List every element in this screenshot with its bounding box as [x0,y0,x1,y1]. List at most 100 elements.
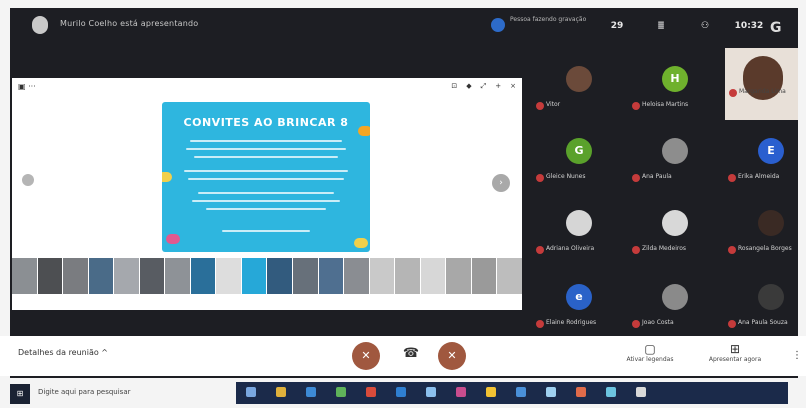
slide-thumbnail[interactable] [241,258,267,294]
slide-thumbnail[interactable] [446,258,471,294]
activities-icon[interactable]: ⚇ [688,16,722,36]
slide-text-line [192,200,340,202]
fullscreen-icon[interactable]: ⤢ [481,82,487,91]
slide-thumbnail[interactable] [165,258,190,294]
taskbar-app-icon[interactable] [246,387,256,397]
taskbar-app-icon[interactable] [546,387,556,397]
mic-muted-icon [728,174,736,182]
pin-icon[interactable]: ◆ [466,82,471,91]
mic-muted-icon [632,102,640,110]
taskbar-app-icon[interactable] [456,387,466,397]
participant-tile[interactable]: Zilda Medeiros [628,206,724,272]
slide-thumbnail[interactable] [139,258,165,294]
taskbar-search[interactable]: Digite aqui para pesquisar [38,388,131,396]
hang-up-button[interactable]: ☎ [402,346,420,361]
taskbar-app-icon[interactable] [276,387,286,397]
mic-muted-icon [632,246,640,254]
slide-thumbnail[interactable] [12,258,37,294]
meeting-details-button[interactable]: Detalhes da reunião ^ [18,348,108,357]
chat-icon[interactable]: ≣ [644,16,678,36]
captions-button[interactable]: ▢ Ativar legendas [615,342,685,363]
slide-text-line [206,208,326,210]
participant-tile[interactable]: Adriana Oliveira [532,206,628,272]
present-icon: ⊞ [729,342,741,356]
participant-avatar [566,210,592,236]
slide-text-line [190,140,342,142]
close-icon[interactable]: × [510,82,516,91]
slide-decoration [166,234,180,244]
mic-muted-icon [536,320,544,328]
taskbar-app-icon[interactable] [366,387,376,397]
presentation-slide: CONVITES AO BRINCAR 8 [162,102,370,252]
participant-name: Adriana Oliveira [546,245,595,252]
meet-window: Murilo Coelho está apresentando Pessoa f… [10,8,798,378]
slide-thumbnail[interactable] [267,258,293,294]
mic-muted-icon [536,174,544,182]
mic-muted-icon [729,89,737,97]
taskbar-app-icon[interactable] [576,387,586,397]
participant-tile[interactable]: Rosangela Borges [724,206,798,272]
slide-text-line [198,192,334,194]
more-options-button[interactable]: ⋮ [792,350,802,361]
slide-thumbnail[interactable] [63,258,88,294]
slide-thumbnail[interactable] [37,258,63,294]
slide-thumbnail[interactable] [318,258,344,294]
microphone-off-button[interactable]: ✕ [352,342,380,370]
presenter-screen-icon: ▣ ··· [18,82,36,91]
slide-thumbnail[interactable] [497,258,522,294]
taskbar-app-icon[interactable] [306,387,316,397]
slide-thumbnail[interactable] [190,258,216,294]
slide-thumbnail[interactable] [216,258,241,294]
participant-tile[interactable]: H Heloisa Martins [628,62,724,128]
slide-decoration [354,238,368,248]
mic-muted-icon [632,174,640,182]
thumbnail-strip [12,258,522,294]
start-button[interactable]: ⊞ [10,384,30,404]
recording-icon [491,18,505,32]
participant-tile[interactable]: Vitor [532,62,628,128]
taskbar-app-icon[interactable] [606,387,616,397]
taskbar-app-icon[interactable] [426,387,436,397]
time-label: 10:32 [734,21,764,31]
participant-avatar: E [758,138,784,164]
mic-muted-icon [728,246,736,254]
slide-thumbnail[interactable] [369,258,395,294]
participant-tile[interactable]: G Gleice Nunes [532,134,628,200]
participant-avatar [662,210,688,236]
present-now-button[interactable]: ⊞ Apresentar agora [700,342,770,363]
captions-icon: ▢ [644,342,656,356]
participant-avatar [758,284,784,310]
participant-name: Margarida Lima [739,88,786,95]
participant-name: Ana Paula Souza [738,319,788,326]
participant-name: Joao Costa [642,319,674,326]
slide-thumbnail[interactable] [114,258,139,294]
slide-thumbnail[interactable] [395,258,420,294]
next-slide-button[interactable]: › [492,174,510,192]
taskbar-app-icon[interactable] [336,387,346,397]
participant-name: Ana Paula [642,173,672,180]
slide-thumbnail[interactable] [293,258,318,294]
meeting-controls: Detalhes da reunião ^ ✕ ☎ ✕ ▢ Ativar leg… [0,336,806,376]
participant-tile[interactable]: E Erika Almeida [724,134,798,200]
mic-muted-icon [536,102,544,110]
camera-off-button[interactable]: ✕ [438,342,466,370]
participant-tile[interactable]: Ana Paula [628,134,724,200]
participant-name: Vitor [546,101,561,108]
participant-name: Rosangela Borges [738,245,792,252]
participant-name: Elaine Rodrigues [546,319,597,326]
slide-thumbnail[interactable] [88,258,114,294]
participant-avatar [566,66,592,92]
top-bar: Murilo Coelho está apresentando Pessoa f… [10,8,798,44]
taskbar-app-icon[interactable] [486,387,496,397]
slide-thumbnail[interactable] [471,258,497,294]
layout-icon[interactable]: ⊡ [451,82,457,91]
participants-icon[interactable]: 29 [600,16,634,36]
add-icon[interactable]: + [495,82,501,91]
taskbar-app-icon[interactable] [516,387,526,397]
account-icon[interactable]: G [770,20,790,40]
slide-thumbnail[interactable] [420,258,446,294]
taskbar-app-icon[interactable] [636,387,646,397]
slide-thumbnail[interactable] [344,258,369,294]
slide-text-line [194,156,338,158]
taskbar-app-icon[interactable] [396,387,406,397]
